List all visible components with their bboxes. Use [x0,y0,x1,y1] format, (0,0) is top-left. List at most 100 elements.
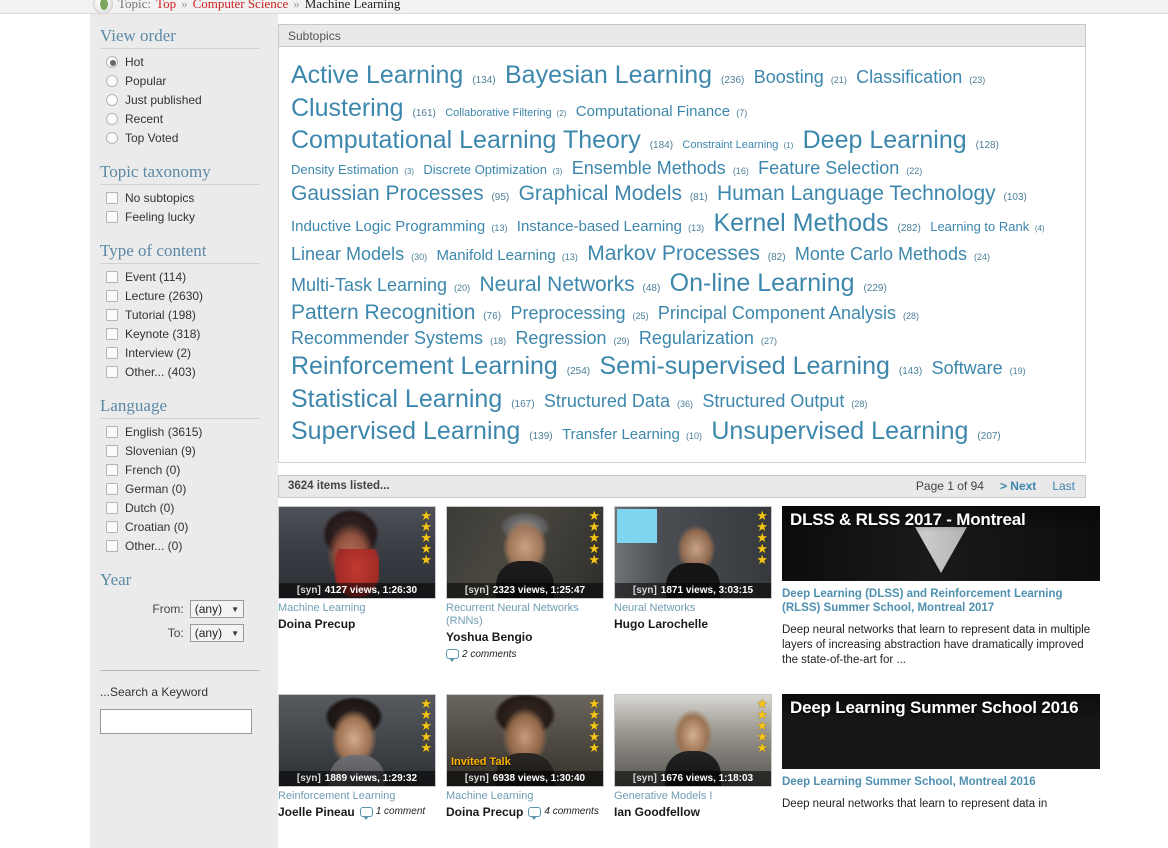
subtopic-tag-computational-learning-theory[interactable]: Computational Learning Theory (184) [291,126,673,154]
subtopic-tag-density-estimation[interactable]: Density Estimation (3) [291,162,414,177]
subtopic-tag-manifold-learning[interactable]: Manifold Learning (13) [436,247,577,264]
rating-stars[interactable]: ★ ★ ★ ★ ★ [588,509,600,566]
video-topic-link[interactable]: Neural Networks [614,602,772,615]
topic-taxonomy-option-feeling-lucky[interactable]: Feeling lucky [106,210,278,224]
radio-top-voted[interactable] [106,132,118,144]
subtopic-tag-neural-networks[interactable]: Neural Networks (48) [479,273,660,296]
subtopic-tag-classification[interactable]: Classification (23) [856,67,985,87]
radio-popular[interactable] [106,75,118,87]
subtopic-tag-deep-learning[interactable]: Deep Learning (128) [803,126,999,154]
video-card[interactable]: ★ ★ ★ ★ ★ [syn] 4127 views, 1:26:30 Machine Lea… [278,505,436,668]
subtopic-tag-collaborative-filtering[interactable]: Collaborative Filtering (2) [445,107,566,119]
checkbox-dutch-0[interactable] [106,502,118,514]
breadcrumb-link-computer-science[interactable]: Computer Science [193,0,289,12]
view-order-option-popular[interactable]: Popular [106,74,278,88]
type-of-content-option-tutorial-198[interactable]: Tutorial (198) [106,308,278,322]
video-topic-link[interactable]: Reinforcement Learning [278,790,436,803]
subtopic-tag-transfer-learning[interactable]: Transfer Learning (10) [562,426,702,443]
subtopic-tag-semi-supervised-learning[interactable]: Semi-supervised Learning (143) [599,352,922,380]
subtopic-tag-regression[interactable]: Regression (29) [515,328,629,348]
subtopic-tag-preprocessing[interactable]: Preprocessing (25) [510,303,648,323]
rating-stars[interactable]: ★ ★ ★ ★ ★ [420,697,432,754]
video-thumbnail[interactable]: ★ ★ ★ ★ ★ [syn] 1676 views, 1:18:03 [614,693,772,787]
subtopic-tag-statistical-learning[interactable]: Statistical Learning (167) [291,385,535,413]
subtopic-tag-unsupervised-learning[interactable]: Unsupervised Learning (207) [711,417,1000,445]
subtopic-tag-inductive-logic-programming[interactable]: Inductive Logic Programming (13) [291,218,507,235]
type-of-content-option-keynote-318[interactable]: Keynote (318) [106,327,278,341]
language-option-other-0[interactable]: Other... (0) [106,539,278,553]
subtopic-tag-discrete-optimization[interactable]: Discrete Optimization (3) [423,162,562,177]
subtopic-tag-human-language-technology[interactable]: Human Language Technology (103) [717,182,1027,205]
checkbox-french-0[interactable] [106,464,118,476]
subtopic-tag-graphical-models[interactable]: Graphical Models (81) [519,182,708,205]
video-thumbnail[interactable]: ★ ★ ★ ★ ★ Invited Talk [syn] 6938 views, 1:30:4… [446,693,604,787]
checkbox-lecture-2630[interactable] [106,290,118,302]
event-banner[interactable]: DLSS & RLSS 2017 - Montreal [782,505,1100,581]
radio-just-published[interactable] [106,94,118,106]
subtopic-tag-computational-finance[interactable]: Computational Finance (7) [576,103,747,120]
language-option-dutch-0[interactable]: Dutch (0) [106,501,278,515]
checkbox-german-0[interactable] [106,483,118,495]
language-option-croatian-0[interactable]: Croatian (0) [106,520,278,534]
featured-event-card[interactable]: Deep Learning Summer School 2016 Deep Lea… [782,693,1100,819]
event-title-link[interactable]: Deep Learning (DLSS) and Reinforcement L… [782,587,1100,615]
subtopic-tag-software[interactable]: Software (19) [932,358,1026,378]
radio-hot[interactable] [106,56,118,68]
subtopic-tag-multi-task-learning[interactable]: Multi-Task Learning (20) [291,275,470,295]
language-option-french-0[interactable]: French (0) [106,463,278,477]
comments-link[interactable]: 4 comments [528,806,599,820]
checkbox-tutorial-198[interactable] [106,309,118,321]
subtopic-tag-principal-component-analysis[interactable]: Principal Component Analysis (28) [658,303,919,323]
type-of-content-option-interview-2[interactable]: Interview (2) [106,346,278,360]
video-card[interactable]: ★ ★ ★ ★ ★ [syn] 1889 views, 1:29:32 Reinforceme… [278,693,436,820]
subtopic-tag-supervised-learning[interactable]: Supervised Learning (139) [291,417,553,445]
language-option-slovenian-9[interactable]: Slovenian (9) [106,444,278,458]
video-topic-link[interactable]: Recurrent Neural Networks (RNNs) [446,602,604,628]
last-page-link[interactable]: Last [1052,479,1075,493]
video-topic-link[interactable]: Machine Learning [278,602,436,615]
checkbox-keynote-318[interactable] [106,328,118,340]
video-thumbnail[interactable]: ★ ★ ★ ★ ★ [syn] 2323 views, 1:25:47 [446,505,604,599]
comments-link[interactable]: 1 comment [359,806,425,820]
video-topic-link[interactable]: Machine Learning [446,790,604,803]
subtopic-tag-recommender-systems[interactable]: Recommender Systems (18) [291,328,506,348]
subtopic-tag-structured-output[interactable]: Structured Output (28) [702,391,867,411]
subtopic-tag-instance-based-learning[interactable]: Instance-based Learning (13) [517,218,704,235]
video-author[interactable]: Ian Goodfellow [614,805,700,819]
checkbox-slovenian-9[interactable] [106,445,118,457]
video-author[interactable]: Joelle Pineau [278,805,355,819]
subtopic-tag-markov-processes[interactable]: Markov Processes (82) [587,242,785,265]
subtopic-tag-boosting[interactable]: Boosting (21) [754,67,847,87]
view-order-option-hot[interactable]: Hot [106,55,278,69]
video-card[interactable]: ★ ★ ★ ★ ★ Invited Talk [syn] 6938 views, 1:30:4… [446,693,604,820]
type-of-content-option-other-403[interactable]: Other... (403) [106,365,278,379]
subtopic-tag-reinforcement-learning[interactable]: Reinforcement Learning (254) [291,352,590,380]
featured-event-card[interactable]: DLSS & RLSS 2017 - Montreal Deep Learning… [782,505,1100,668]
comments-link[interactable]: 2 comments [446,649,516,663]
checkbox-interview-2[interactable] [106,347,118,359]
video-topic-link[interactable]: Generative Models I [614,790,772,803]
year-to-select[interactable]: (any) ▼ [189,624,244,642]
view-order-option-just-published[interactable]: Just published [106,93,278,107]
type-of-content-option-event-114[interactable]: Event (114) [106,270,278,284]
subtopic-tag-active-learning[interactable]: Active Learning (134) [291,61,496,89]
video-author[interactable]: Hugo Larochelle [614,617,708,631]
event-banner[interactable]: Deep Learning Summer School 2016 [782,693,1100,769]
breadcrumb-link-top[interactable]: Top [156,0,176,12]
subtopic-tag-on-line-learning[interactable]: On-line Learning (229) [670,269,887,297]
view-order-option-top-voted[interactable]: Top Voted [106,131,278,145]
subtopic-tag-constraint-learning[interactable]: Constraint Learning (1) [682,139,793,151]
checkbox-croatian-0[interactable] [106,521,118,533]
video-author[interactable]: Doina Precup [446,805,523,819]
subtopic-tag-ensemble-methods[interactable]: Ensemble Methods (16) [572,158,749,178]
view-order-option-recent[interactable]: Recent [106,112,278,126]
topic-taxonomy-option-no-subtopics[interactable]: No subtopics [106,191,278,205]
subtopic-tag-pattern-recognition[interactable]: Pattern Recognition (76) [291,301,501,324]
type-of-content-option-lecture-2630[interactable]: Lecture (2630) [106,289,278,303]
checkbox-no-subtopics[interactable] [106,192,118,204]
checkbox-english-3615[interactable] [106,426,118,438]
video-thumbnail[interactable]: ★ ★ ★ ★ ★ [syn] 1871 views, 3:03:15 [614,505,772,599]
video-card[interactable]: ★ ★ ★ ★ ★ [syn] 2323 views, 1:25:47 Recurrent N… [446,505,604,668]
rating-stars[interactable]: ★ ★ ★ ★ ★ [588,697,600,754]
video-author[interactable]: Yoshua Bengio [446,630,532,644]
